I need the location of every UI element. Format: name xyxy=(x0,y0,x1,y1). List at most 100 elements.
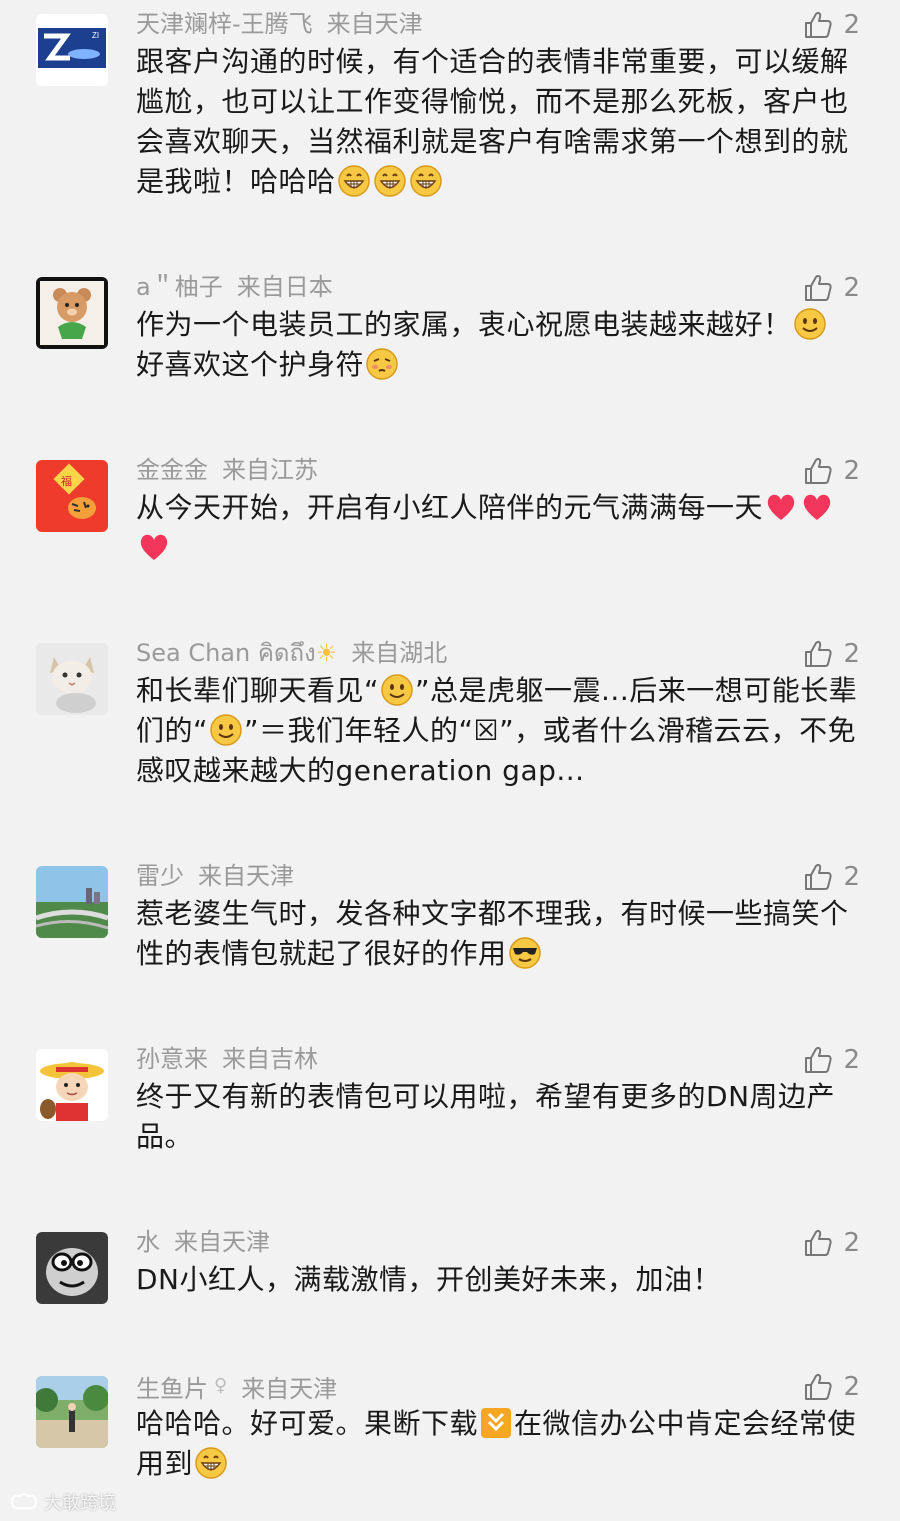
comment-text-part: 惹老婆生气时，发各种文字都不理我，有时候一些搞笑个性的表情包就起了很好的作用 xyxy=(136,897,849,970)
like-count: 2 xyxy=(843,1372,860,1402)
comment-text: 哈哈哈。好可爱。果断下载 在微信办公中肯定会经常使用到 xyxy=(136,1404,860,1484)
like-count: 2 xyxy=(843,10,860,40)
username[interactable]: Sea Chan คิดถึง xyxy=(136,639,316,667)
shy-emoji-icon xyxy=(365,347,399,381)
like-button[interactable]: 2 xyxy=(803,1370,860,1404)
smile-emoji-icon xyxy=(380,673,414,707)
username[interactable]: 水 xyxy=(136,1228,160,1256)
svg-text:福: 福 xyxy=(61,474,72,488)
like-button[interactable]: 2 xyxy=(803,860,860,894)
avatar[interactable]: ZI xyxy=(36,14,108,86)
location: 来自湖北 xyxy=(351,639,448,667)
heart-emoji-icon xyxy=(137,530,171,564)
like-button[interactable]: 2 xyxy=(803,1226,860,1260)
cartoon-boy-avatar-icon xyxy=(36,1049,108,1121)
outdoor-photo-avatar-icon xyxy=(36,1376,108,1448)
comment-text-part: 好喜欢这个护身符 xyxy=(136,348,365,381)
comment-text-part: 从今天开始，开启有小红人陪伴的元气满满每一天 xyxy=(136,491,764,524)
download-emoji-icon xyxy=(479,1406,513,1440)
comment-header: a＂柚子 来自日本 xyxy=(136,269,333,305)
avatar[interactable] xyxy=(36,866,108,938)
like-count: 2 xyxy=(843,1228,860,1258)
like-count: 2 xyxy=(843,1045,860,1075)
comment-text: DN小红人，满载激情，开创美好未来，加油！ xyxy=(136,1260,860,1300)
thumbs-up-icon xyxy=(805,1374,833,1400)
thumbs-up-icon xyxy=(805,12,833,38)
like-count: 2 xyxy=(843,862,860,892)
comment-header: 孙意来 来自吉林 xyxy=(136,1041,318,1077)
avatar[interactable] xyxy=(36,1232,108,1304)
avatar[interactable] xyxy=(36,277,108,349)
grin-emoji-icon xyxy=(409,164,443,198)
thumbs-up-icon xyxy=(805,275,833,301)
like-button[interactable]: 2 xyxy=(803,1043,860,1077)
comment-header: 雷少 来自天津 xyxy=(136,858,294,894)
comment-text-part: 终于又有新的表情包可以用啦，希望有更多的DN周边产品。 xyxy=(136,1080,836,1153)
smile-emoji-icon xyxy=(793,307,827,341)
teddy-bear-avatar-icon xyxy=(36,277,108,349)
tiger-card-avatar-icon: 福 xyxy=(36,460,108,532)
smile-emoji-icon xyxy=(209,713,243,747)
comment-text-part: 作为一个电装员工的家属，衷心祝愿电装越来越好！ xyxy=(136,308,792,341)
like-button[interactable]: 2 xyxy=(803,454,860,488)
like-count: 2 xyxy=(843,639,860,669)
comment-header: 金金金 来自江苏 xyxy=(136,452,318,488)
comment-text: 和长辈们聊天看见“ ”总是虎躯一震...后来一想可能长辈们的“ ”＝我们年轻人的“☒… xyxy=(136,671,860,791)
username[interactable]: 生鱼片 xyxy=(136,1375,208,1403)
location: 来自吉林 xyxy=(222,1045,318,1073)
username[interactable]: a＂柚子 xyxy=(136,273,223,301)
city-avatar-icon xyxy=(36,866,108,938)
location: 来自天津 xyxy=(174,1228,270,1256)
like-button[interactable]: 2 xyxy=(803,637,860,671)
comment-text: 跟客户沟通的时候，有个适合的表情非常重要，可以缓解尴尬，也可以让工作变得愉悦，而… xyxy=(136,42,860,202)
thumbs-up-icon xyxy=(805,1230,833,1256)
avatar[interactable] xyxy=(36,1376,108,1448)
grin-emoji-icon xyxy=(337,164,371,198)
username[interactable]: 金金金 xyxy=(136,456,208,484)
comment-text-part: DN小红人，满载激情，开创美好未来，加油！ xyxy=(136,1263,722,1296)
grin-emoji-icon xyxy=(194,1446,228,1480)
like-count: 2 xyxy=(843,273,860,303)
decorative-mark-icon: ♀ xyxy=(214,1375,228,1396)
comment-text: 惹老婆生气时，发各种文字都不理我，有时候一些搞笑个性的表情包就起了很好的作用 xyxy=(136,894,860,974)
sunglasses-emoji-icon xyxy=(508,936,542,970)
cartoon-face-avatar-icon xyxy=(36,1232,108,1304)
comment-header: 天津斓梓-王腾飞 来自天津 xyxy=(136,6,423,42)
location: 来自天津 xyxy=(241,1375,338,1403)
thumbs-up-icon xyxy=(805,458,833,484)
location: 来自江苏 xyxy=(222,456,318,484)
watermark-logo-icon xyxy=(10,1493,38,1510)
comment-header: 水来自天津 xyxy=(136,1224,270,1260)
avatar[interactable]: 福 xyxy=(36,460,108,532)
grin-emoji-icon xyxy=(373,164,407,198)
comment-header: 生鱼片 ♀ 来自天津 xyxy=(136,1368,337,1404)
sun-emoji-icon: ☀ xyxy=(315,639,338,667)
z-logo-avatar-icon: ZI xyxy=(36,14,108,86)
comment-text-part: 跟客户沟通的时候，有个适合的表情非常重要，可以缓解尴尬，也可以让工作变得愉悦，而… xyxy=(136,45,849,198)
thumbs-up-icon xyxy=(805,1047,833,1073)
username[interactable]: 雷少 xyxy=(136,862,184,890)
avatar[interactable] xyxy=(36,1049,108,1121)
like-count: 2 xyxy=(843,456,860,486)
avatar[interactable] xyxy=(36,643,108,715)
heart-emoji-icon xyxy=(800,490,834,524)
like-button[interactable]: 2 xyxy=(803,8,860,42)
comment-text-part: 哈哈哈。好可爱。果断下载 xyxy=(136,1407,479,1440)
thumbs-up-icon xyxy=(805,864,833,890)
username[interactable]: 孙意来 xyxy=(136,1045,208,1073)
heart-emoji-icon xyxy=(764,490,798,524)
thumbs-up-icon xyxy=(805,641,833,667)
comment-text: 作为一个电装员工的家属，衷心祝愿电装越来越好！ 好喜欢这个护身符 xyxy=(136,305,860,385)
location: 来自日本 xyxy=(236,273,333,301)
watermark: 大敢跨境 xyxy=(8,1489,116,1515)
comment-text: 终于又有新的表情包可以用啦，希望有更多的DN周边产品。 xyxy=(136,1077,860,1157)
location: 来自天津 xyxy=(326,10,423,38)
comment-text: 从今天开始，开启有小红人陪伴的元气满满每一天 xyxy=(136,488,860,568)
like-button[interactable]: 2 xyxy=(803,271,860,305)
svg-text:ZI: ZI xyxy=(92,31,99,40)
comment-text-part: 和长辈们聊天看见“ xyxy=(136,674,380,707)
location: 来自天津 xyxy=(198,862,294,890)
cat-avatar-icon xyxy=(36,643,108,715)
username[interactable]: 天津斓梓-王腾飞 xyxy=(136,10,313,38)
comment-header: Sea Chan คิดถึง☀ 来自湖北 xyxy=(136,635,447,671)
